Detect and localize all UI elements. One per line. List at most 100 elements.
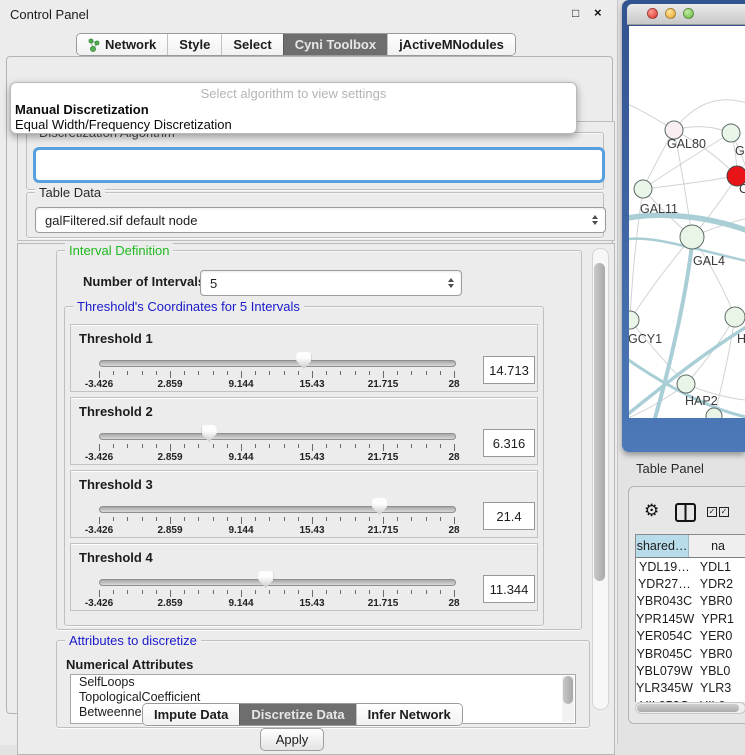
cell-shared-name: YBL079W [636,662,693,679]
network-icon [88,38,100,52]
table-row[interactable]: YDR27…YDR2 [636,575,745,592]
slider-tick [426,371,427,375]
threshold-value-field[interactable]: 21.4 [483,502,535,530]
select-columns-icon[interactable]: ✓ ✓ [707,507,729,517]
slider-tick [369,517,370,521]
algorithm-option-equal-width-frequency-discretization[interactable]: Equal Width/Frequency Discretization [11,117,576,132]
slider-tick [454,517,455,524]
panel-scrollbar[interactable] [592,248,609,710]
tab-select[interactable]: Select [221,34,282,55]
table-data-group: Table Data galFiltered.sif default node [26,192,604,238]
slider-track[interactable] [99,360,456,367]
threshold-label: Threshold 1 [79,331,153,346]
threshold-value-field[interactable]: 14.713 [483,356,535,384]
slider-tick-label: 2.859 [157,379,182,390]
tab-impute-data[interactable]: Impute Data [143,704,239,725]
slider-track[interactable] [99,506,456,513]
minimize-window-icon[interactable] [665,8,676,19]
network-edge[interactable] [643,176,737,189]
table-row[interactable]: YBR045CYBR0 [636,645,745,662]
combo-spinner-icon [592,215,598,225]
algorithm-option-manual-discretization[interactable]: Manual Discretization [11,102,576,117]
network-node[interactable] [677,375,695,393]
network-node[interactable] [725,307,745,327]
tab-cyni-toolbox[interactable]: Cyni Toolbox [283,34,387,55]
slider-tick [454,444,455,451]
number-of-intervals-combo[interactable]: 5 [200,270,462,296]
slider-tick [326,590,327,594]
threshold-value-field[interactable]: 11.344 [483,575,535,603]
node-label: GAL80 [667,137,706,151]
column-header-name[interactable]: na [689,535,745,557]
slider-tick [312,590,313,597]
threshold-value-field[interactable]: 6.316 [483,429,535,457]
slider-tick [184,590,185,594]
network-node[interactable] [680,225,704,249]
table-row[interactable]: YLR345WYLR3 [636,680,745,697]
node-label: C [739,182,745,196]
table-h-scrollbar-thumb[interactable] [637,704,739,712]
table-row[interactable]: YER054CYER0 [636,628,745,645]
zoom-window-icon[interactable] [683,8,694,19]
threshold-4-box: Threshold 4-3.4262.8599.14415.4321.71528… [70,543,538,611]
close-panel-icon[interactable]: × [594,5,602,20]
table-h-scrollbar[interactable] [635,702,745,714]
cell-shared-name: YDR27… [636,575,693,592]
slider-tick [312,517,313,524]
tab-cyni-toolbox-label: Cyni Toolbox [295,37,376,52]
network-canvas[interactable]: GAL80GACGAL11GAL4GCY1HHAP2 [629,26,745,418]
node-table: shared… na YDL19…YDL1YDR27…YDR2YBR043CYB… [635,534,745,702]
slider-tick [127,444,128,448]
panel-scrollbar-thumb[interactable] [594,263,605,581]
column-header-shared-name[interactable]: shared… [636,535,689,557]
cell-shared-name: YPR145W [636,610,694,627]
apply-button[interactable]: Apply [260,728,324,751]
slider-tick [340,444,341,448]
table-row[interactable]: YBR043CYBR0 [636,593,745,610]
slider-tick [113,517,114,521]
slider-tick [170,371,171,378]
slider-tick [426,590,427,594]
network-node[interactable] [722,124,740,142]
slider-tick [127,590,128,594]
close-window-icon[interactable] [647,8,658,19]
slider-tick [241,590,242,597]
network-window[interactable]: GAL80GACGAL11GAL4GCY1HHAP2 [622,0,745,452]
tab-discretize-data[interactable]: Discretize Data [239,704,355,725]
slider-tick [269,444,270,448]
slider-tick [170,444,171,451]
table-row[interactable]: YBL079WYBL0 [636,662,745,679]
slider-track[interactable] [99,433,456,440]
slider-tick-label: 15.43 [299,452,324,463]
algorithm-combo[interactable] [33,147,605,183]
table-data-combo[interactable]: galFiltered.sif default node [35,207,606,233]
control-panel: Control Panel □ × NetworkStyleSelectCyni… [0,0,618,745]
network-node[interactable] [634,180,652,198]
slider-tick [411,590,412,594]
slider-track[interactable] [99,579,456,586]
list-scrollbar[interactable] [562,676,574,722]
tab-jactivemnodules[interactable]: jActiveMNodules [387,34,515,55]
slider-tick [369,590,370,594]
slider-tick [198,371,199,375]
float-window-icon[interactable]: □ [572,6,579,20]
slider-tick [411,444,412,448]
list-item-selfloops[interactable]: SelfLoops [71,675,575,690]
checkbox-icon: ✓ [719,507,729,517]
slider-tick [213,590,214,594]
table-row[interactable]: YPR145WYPR1 [636,610,745,627]
columns-icon[interactable] [675,503,696,522]
tab-style[interactable]: Style [167,34,221,55]
tab-network[interactable]: Network [77,34,167,55]
slider-tick-label: 21.715 [368,525,399,536]
list-scrollbar-thumb[interactable] [563,676,573,704]
gear-icon[interactable]: ⚙ [644,502,659,519]
slider-tick [397,444,398,448]
slider-tick [326,371,327,375]
slider-tick [99,444,100,451]
table-header-row: shared… na [636,535,745,558]
table-data-combo-value: galFiltered.sif default node [45,213,197,228]
table-row[interactable]: YDL19…YDL1 [636,558,745,575]
tab-infer-network[interactable]: Infer Network [356,704,462,725]
network-node[interactable] [629,311,639,329]
